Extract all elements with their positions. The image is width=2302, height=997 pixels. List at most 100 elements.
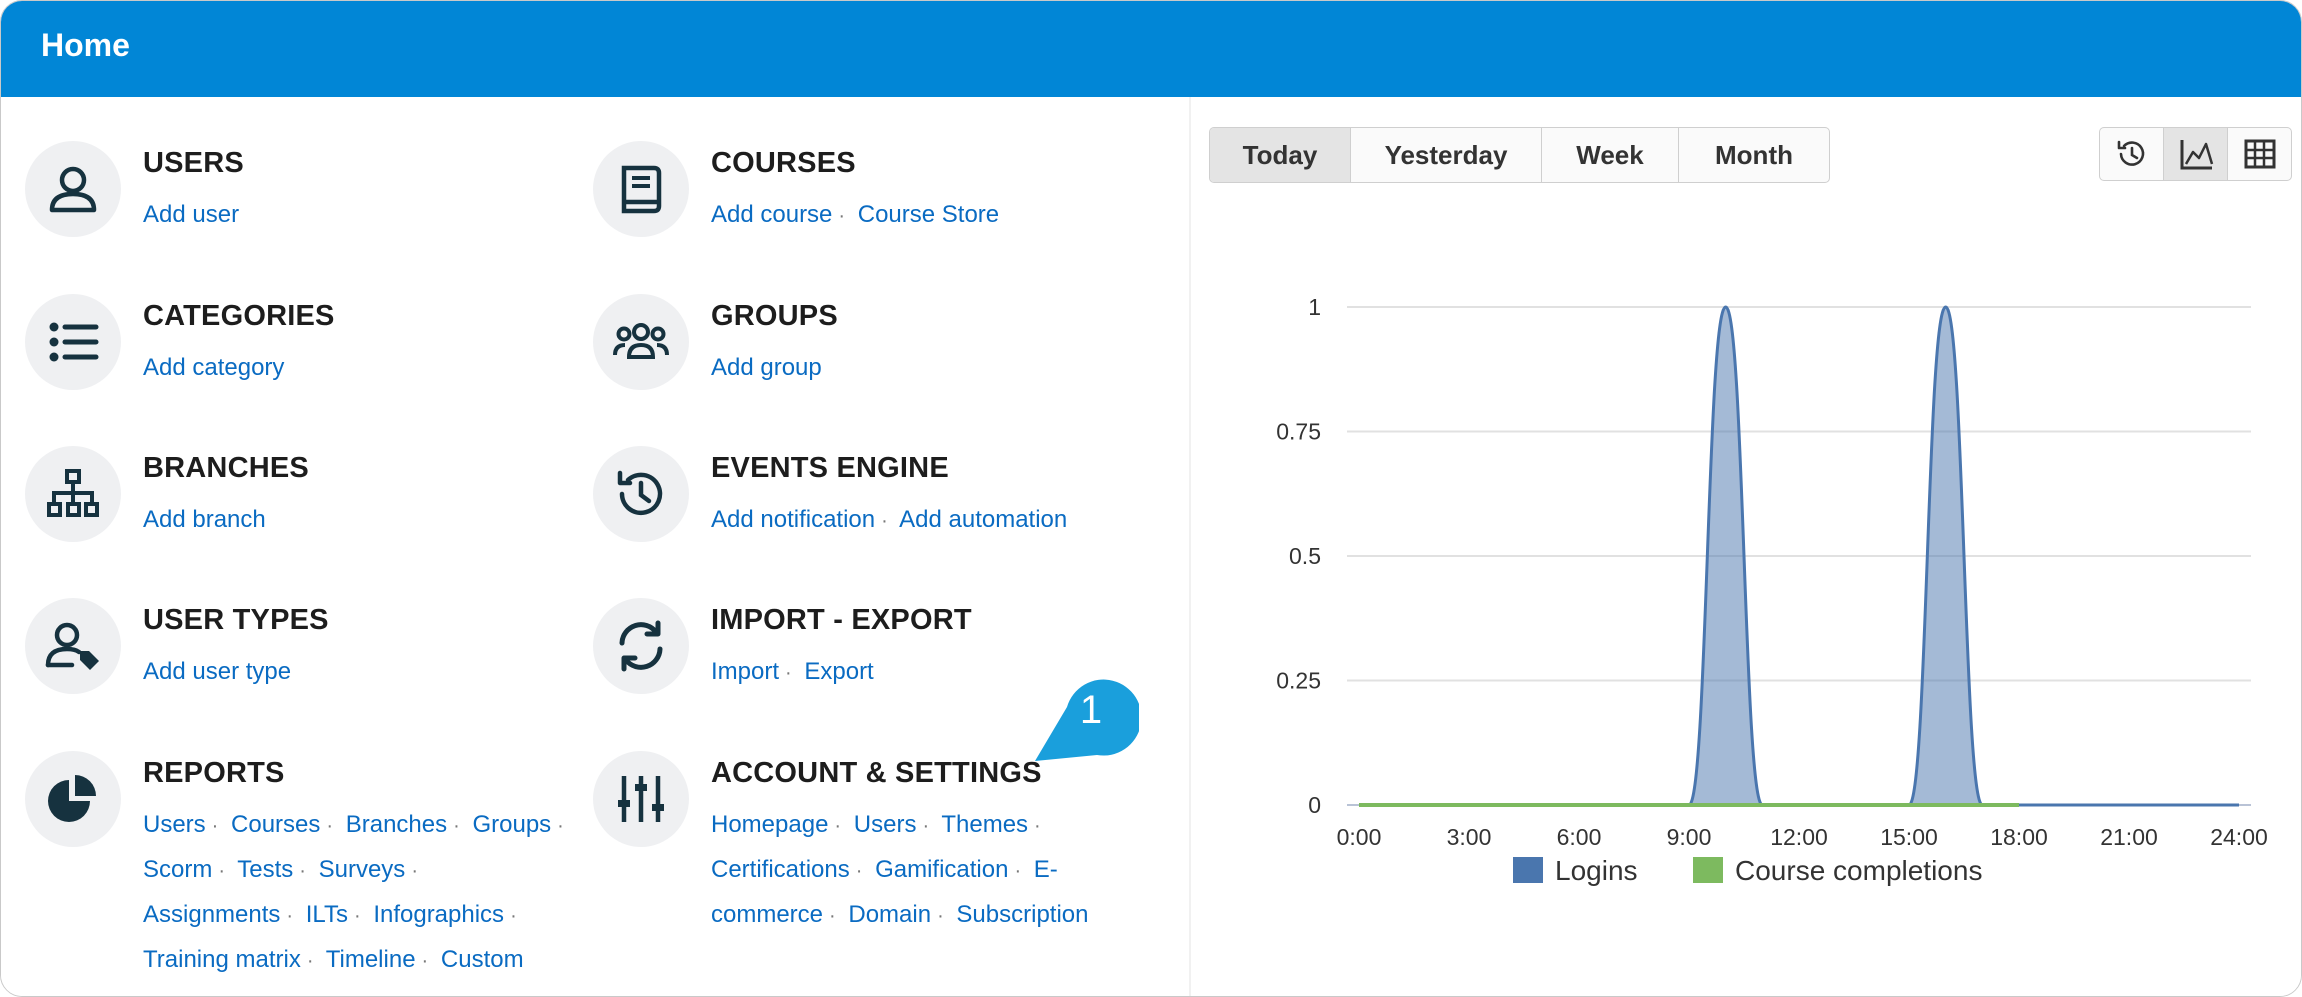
link-subscription[interactable]: Subscription — [956, 901, 1088, 928]
legend-swatch — [1693, 857, 1723, 883]
link-separator: · — [306, 950, 314, 972]
tab-month[interactable]: Month — [1679, 128, 1829, 182]
group-icon[interactable] — [593, 294, 689, 390]
x-tick-label: 3:00 — [1447, 824, 1492, 850]
shortcut-heading[interactable]: ACCOUNT & SETTINGS — [711, 757, 1042, 790]
link-courses[interactable]: Courses — [231, 811, 320, 838]
link-branches[interactable]: Branches — [346, 811, 447, 838]
x-tick-label: 0:00 — [1337, 824, 1382, 850]
shortcut-heading[interactable]: COURSES — [711, 147, 856, 180]
link-course-store[interactable]: Course Store — [858, 201, 999, 228]
sync-icon[interactable] — [593, 598, 689, 694]
link-export[interactable]: Export — [804, 658, 873, 685]
link-timeline[interactable]: Timeline — [326, 946, 416, 973]
link-infographics[interactable]: Infographics — [373, 901, 504, 928]
link-separator: · — [937, 905, 944, 927]
link-separator: · — [286, 905, 294, 927]
link-assignments[interactable]: Assignments — [143, 901, 280, 928]
link-separator: · — [453, 815, 460, 837]
link-surveys[interactable]: Surveys — [319, 856, 406, 883]
history-icon — [2117, 140, 2144, 166]
link-separator: · — [299, 860, 306, 882]
app-window: Home USERS Add user COURSES Add course · Cou… — [0, 0, 2302, 997]
shortcut-links: Add notification · Add automation — [711, 498, 1231, 543]
history-view-button[interactable] — [2100, 128, 2164, 180]
link-add-group[interactable]: Add group — [711, 354, 822, 381]
link-separator: · — [218, 860, 226, 882]
y-tick-label: 0.75 — [1276, 419, 1321, 445]
link-add-user-type[interactable]: Add user type — [143, 658, 291, 685]
table-view-button[interactable] — [2228, 128, 2291, 180]
link-add-automation[interactable]: Add automation — [899, 506, 1067, 533]
link-users[interactable]: Users — [854, 811, 917, 838]
x-tick-label: 12:00 — [1770, 824, 1828, 850]
area-chart-view-button[interactable] — [2164, 128, 2228, 180]
link-separator: · — [510, 905, 517, 927]
link-separator: · — [1014, 860, 1022, 882]
link-ilts[interactable]: ILTs — [306, 901, 348, 928]
list-icon[interactable] — [25, 294, 121, 390]
pie-chart-icon[interactable] — [25, 751, 121, 847]
header-bar: Home — [1, 1, 2301, 97]
link-separator: · — [785, 662, 792, 684]
shortcut-heading[interactable]: EVENTS ENGINE — [711, 452, 949, 485]
link-add-course[interactable]: Add course — [711, 201, 832, 228]
legend-label: Logins — [1555, 855, 1638, 886]
sliders-icon[interactable] — [593, 751, 689, 847]
link-homepage[interactable]: Homepage — [711, 811, 828, 838]
book-icon[interactable] — [593, 141, 689, 237]
shortcut-reports: REPORTS Users · Courses · Branches · Groups ·… — [25, 751, 585, 981]
link-themes[interactable]: Themes — [941, 811, 1028, 838]
x-tick-label: 24:00 — [2210, 824, 2268, 850]
shortcut-links: Add user — [143, 193, 663, 237]
link-separator: · — [1034, 815, 1041, 837]
link-users[interactable]: Users — [143, 811, 206, 838]
shortcut-links: Import · Export — [711, 650, 1231, 695]
shortcut-heading[interactable]: BRANCHES — [143, 452, 309, 485]
link-scorm[interactable]: Scorm — [143, 856, 212, 883]
link-import[interactable]: Import — [711, 658, 779, 685]
link-training-matrix[interactable]: Training matrix — [143, 946, 301, 973]
link-separator: · — [557, 815, 564, 837]
tab-week[interactable]: Week — [1542, 128, 1679, 182]
shortcut-links: Add course · Course Store — [711, 193, 1231, 238]
link-add-branch[interactable]: Add branch — [143, 506, 266, 533]
y-tick-label: 1 — [1308, 294, 1321, 320]
link-add-user[interactable]: Add user — [143, 201, 239, 228]
user-icon[interactable] — [25, 141, 121, 237]
y-tick-label: 0.5 — [1289, 543, 1321, 569]
link-add-category[interactable]: Add category — [143, 354, 284, 381]
page-title: Home — [41, 27, 130, 63]
sitemap-icon[interactable] — [25, 446, 121, 542]
view-switcher — [2099, 127, 2292, 181]
link-separator: · — [881, 510, 888, 532]
link-custom[interactable]: Custom — [441, 946, 524, 973]
link-separator: · — [829, 905, 836, 927]
period-tabs: Today Yesterday Week Month — [1209, 127, 1830, 183]
link-separator: · — [326, 815, 334, 837]
link-tests[interactable]: Tests — [237, 856, 293, 883]
user-tag-icon[interactable] — [25, 598, 121, 694]
link-separator: · — [834, 815, 842, 837]
shortcut-links: Users · Courses · Branches · Groups · Scorm ·… — [143, 803, 573, 983]
history-icon[interactable] — [593, 446, 689, 542]
link-gamification[interactable]: Gamification — [875, 856, 1008, 883]
shortcut-links: Add user type — [143, 650, 663, 694]
tab-yesterday[interactable]: Yesterday — [1351, 128, 1542, 182]
link-add-notification[interactable]: Add notification — [711, 506, 875, 533]
activity-chart-panel: Today Yesterday Week Month 0 0.25 0.5 0.75 1 0:0… — [1191, 97, 2301, 996]
link-domain[interactable]: Domain — [848, 901, 931, 928]
shortcut-heading[interactable]: REPORTS — [143, 757, 285, 790]
callout-marker: 1 — [1035, 679, 1139, 761]
shortcut-heading[interactable]: IMPORT - EXPORT — [711, 604, 972, 637]
shortcut-heading[interactable]: GROUPS — [711, 300, 838, 333]
shortcut-links: Homepage · Users · Themes · Certifications ·… — [711, 803, 1111, 938]
shortcut-heading[interactable]: USER TYPES — [143, 604, 329, 637]
shortcut-heading[interactable]: CATEGORIES — [143, 300, 335, 333]
link-groups[interactable]: Groups — [472, 811, 551, 838]
link-certifications[interactable]: Certifications — [711, 856, 850, 883]
shortcut-heading[interactable]: USERS — [143, 147, 244, 180]
x-tick-label: 18:00 — [1990, 824, 2048, 850]
link-separator: · — [855, 860, 863, 882]
tab-today[interactable]: Today — [1210, 128, 1351, 182]
